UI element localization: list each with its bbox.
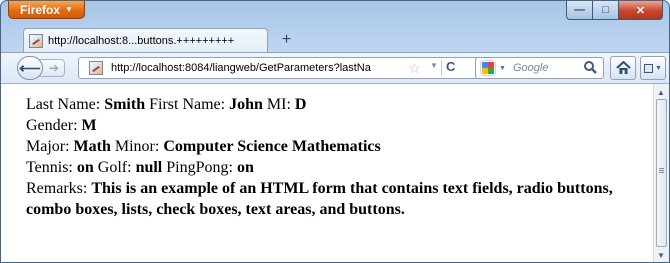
toolbar-menu-button[interactable]: ▼ <box>640 56 666 80</box>
minimize-button[interactable]: — <box>566 1 593 20</box>
site-favicon-icon <box>89 61 103 75</box>
close-icon: ✕ <box>635 4 646 17</box>
close-button[interactable]: ✕ <box>619 1 663 20</box>
firefox-menu-button[interactable]: Firefox ▼ <box>8 1 85 19</box>
major-line: Major: Math Minor: Computer Science Math… <box>26 136 653 157</box>
hobbies-line: Tennis: on Golf: null PingPong: on <box>26 157 653 178</box>
window-caption-buttons: — □ ✕ <box>566 1 663 20</box>
last-name-value: Smith <box>104 96 146 113</box>
back-arrow-icon: ⟵ <box>19 60 41 77</box>
scroll-down-icon[interactable]: ▼ <box>657 251 665 260</box>
scroll-up-icon[interactable]: ▲ <box>657 88 665 97</box>
tennis-value: on <box>76 159 94 176</box>
last-name-label: Last Name: <box>26 96 101 113</box>
pingpong-label: PingPong: <box>166 159 233 176</box>
google-logo-icon <box>480 60 496 76</box>
home-icon <box>615 61 631 74</box>
remarks-value: This is an example of an HTML form that … <box>26 180 613 218</box>
first-name-label: First Name: <box>149 96 226 113</box>
address-text[interactable]: http://localhost:8084/liangweb/GetParame… <box>111 62 411 74</box>
gender-label: Gender: <box>26 117 78 134</box>
mi-label: MI: <box>266 96 291 113</box>
search-engine-selector[interactable]: ▼ <box>475 57 511 79</box>
search-box[interactable]: Google <box>511 57 604 79</box>
first-name-value: John <box>229 96 263 113</box>
reload-icon[interactable]: C <box>446 59 455 74</box>
remarks-line: Remarks: This is an example of an HTML f… <box>26 178 653 220</box>
chevron-down-icon: ▼ <box>499 64 506 72</box>
back-button[interactable]: ⟵ <box>17 56 43 80</box>
page-content: Last Name: Smith First Name: John MI: D … <box>1 84 653 262</box>
maximize-button[interactable]: □ <box>593 1 619 20</box>
scrollbar-thumb[interactable] <box>656 99 667 247</box>
forward-arrow-icon: ➔ <box>48 61 59 75</box>
window-icon <box>644 63 654 73</box>
golf-label: Golf: <box>97 159 132 176</box>
firefox-menu-label: Firefox <box>20 2 61 17</box>
minor-value: Computer Science Mathematics <box>163 138 381 155</box>
tennis-label: Tennis: <box>26 159 73 176</box>
chevron-down-icon: ▼ <box>65 5 73 14</box>
bookmark-star-icon[interactable]: ☆ <box>408 60 421 77</box>
search-placeholder: Google <box>513 62 549 74</box>
remarks-label: Remarks: <box>26 180 88 197</box>
address-bar[interactable]: http://localhost:8084/liangweb/GetParame… <box>78 57 509 79</box>
mi-value: D <box>294 96 307 113</box>
minor-label: Minor: <box>114 138 160 155</box>
browser-window: Firefox ▼ — □ ✕ http://localhost:8...but… <box>0 0 670 263</box>
vertical-scrollbar[interactable]: ▲ ▼ <box>653 84 669 262</box>
plus-icon: + <box>281 31 292 48</box>
page-favicon-icon <box>29 33 43 48</box>
history-dropdown-icon[interactable]: ▼ <box>430 61 438 70</box>
address-divider <box>441 60 442 76</box>
name-line: Last Name: Smith First Name: John MI: D <box>26 94 653 115</box>
grip-icon <box>659 168 664 169</box>
tab-current[interactable]: http://localhost:8...buttons.+++++++++ <box>23 28 268 52</box>
minimize-icon: — <box>574 4 585 16</box>
back-forward-group: ➔ ⟵ <box>17 56 69 80</box>
home-button[interactable] <box>610 56 636 80</box>
new-tab-button[interactable]: + <box>276 30 297 50</box>
chevron-down-icon: ▼ <box>655 64 662 72</box>
gender-value: M <box>81 117 97 134</box>
navigation-toolbar: ➔ ⟵ http://localhost:8084/liangweb/GetPa… <box>1 52 669 84</box>
maximize-icon: □ <box>602 4 609 16</box>
search-icon[interactable] <box>583 60 598 75</box>
pingpong-value: on <box>236 159 254 176</box>
major-label: Major: <box>26 138 70 155</box>
gender-line: Gender: M <box>26 115 653 136</box>
major-value: Math <box>73 138 111 155</box>
golf-value: null <box>135 159 163 176</box>
tab-title: http://localhost:8...buttons.+++++++++ <box>48 34 235 47</box>
